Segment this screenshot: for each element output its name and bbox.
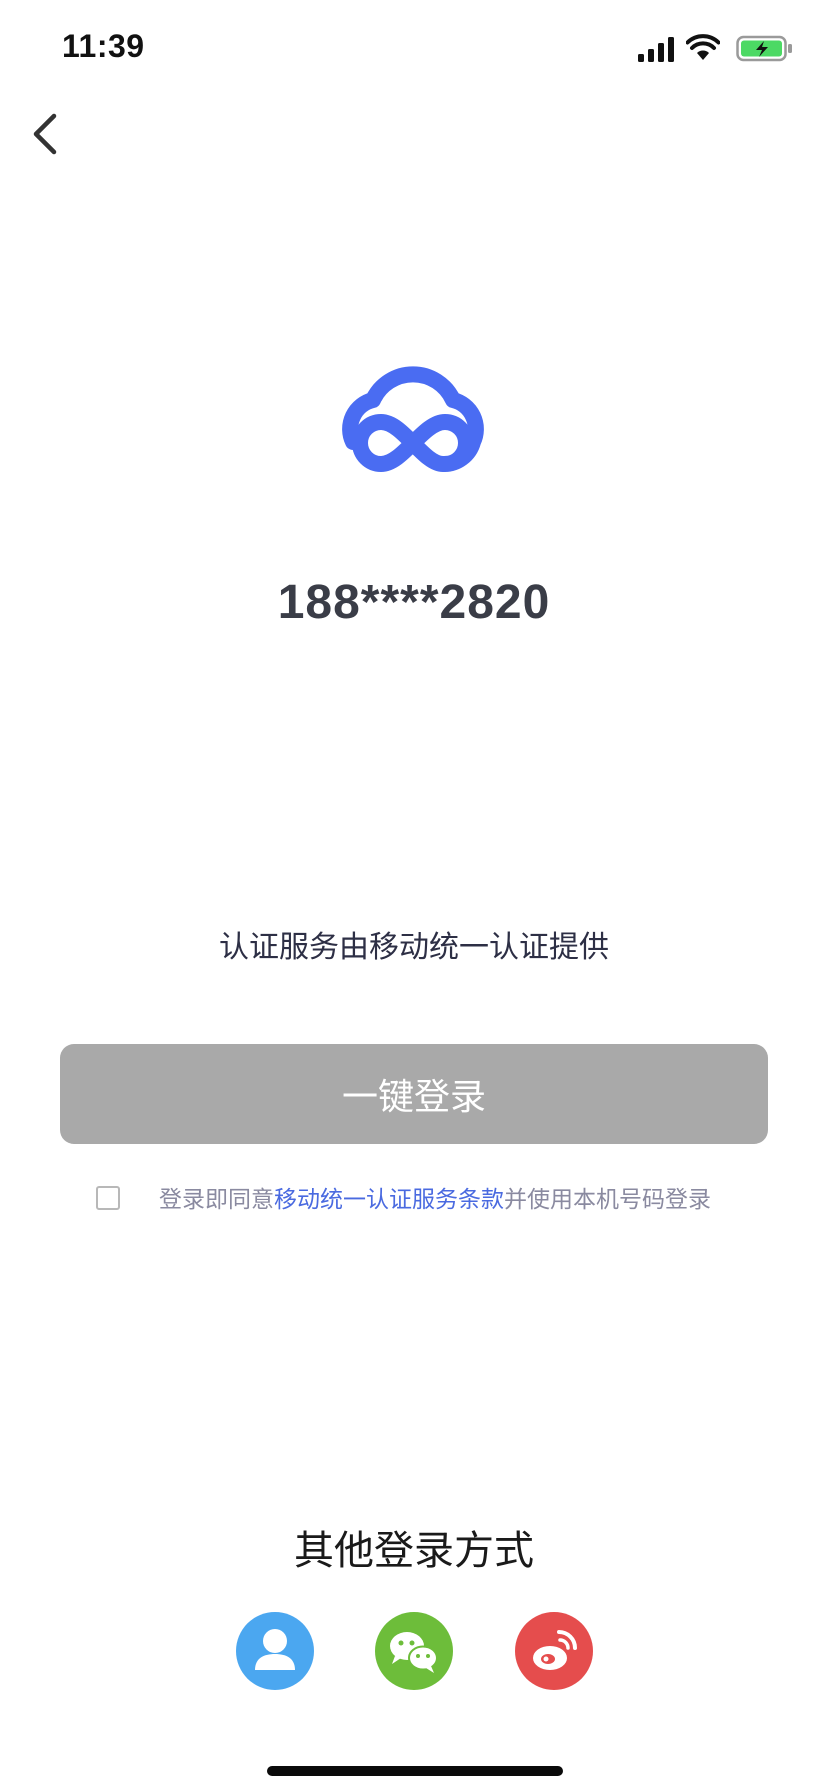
status-time: 11:39 — [62, 28, 145, 64]
agreement-text: 登录即同意移动统一认证服务条款并使用本机号码登录 — [146, 1184, 724, 1216]
masked-phone-number: 188****2820 — [277, 576, 551, 629]
status-icons — [638, 32, 798, 68]
home-indicator[interactable] — [267, 1766, 563, 1776]
chevron-left-icon — [33, 113, 57, 155]
weibo-icon — [533, 1630, 577, 1670]
battery-charging-icon — [736, 35, 792, 62]
agreement-prefix: 登录即同意 — [159, 1187, 274, 1213]
weibo-login-button[interactable] — [515, 1612, 593, 1690]
wifi-icon — [686, 34, 720, 60]
agreement-checkbox[interactable] — [96, 1186, 120, 1210]
app-logo — [333, 352, 493, 477]
other-login-title: 其他登录方式 — [294, 1528, 534, 1574]
wechat-login-button[interactable] — [375, 1612, 453, 1690]
account-login-button[interactable] — [236, 1612, 314, 1690]
one-click-login-button[interactable]: 一键登录 — [60, 1044, 768, 1144]
cellular-signal-icon — [638, 37, 674, 62]
terms-link[interactable]: 移动统一认证服务条款 — [274, 1187, 504, 1213]
back-button[interactable] — [22, 104, 82, 164]
wechat-icon — [390, 1632, 438, 1673]
status-bar: 11:39 — [0, 0, 828, 100]
agreement-suffix: 并使用本机号码登录 — [504, 1187, 711, 1213]
cloud-infinity-logo — [342, 366, 484, 472]
service-provider-note: 认证服务由移动统一认证提供 — [219, 930, 609, 965]
user-account-icon — [255, 1629, 295, 1670]
